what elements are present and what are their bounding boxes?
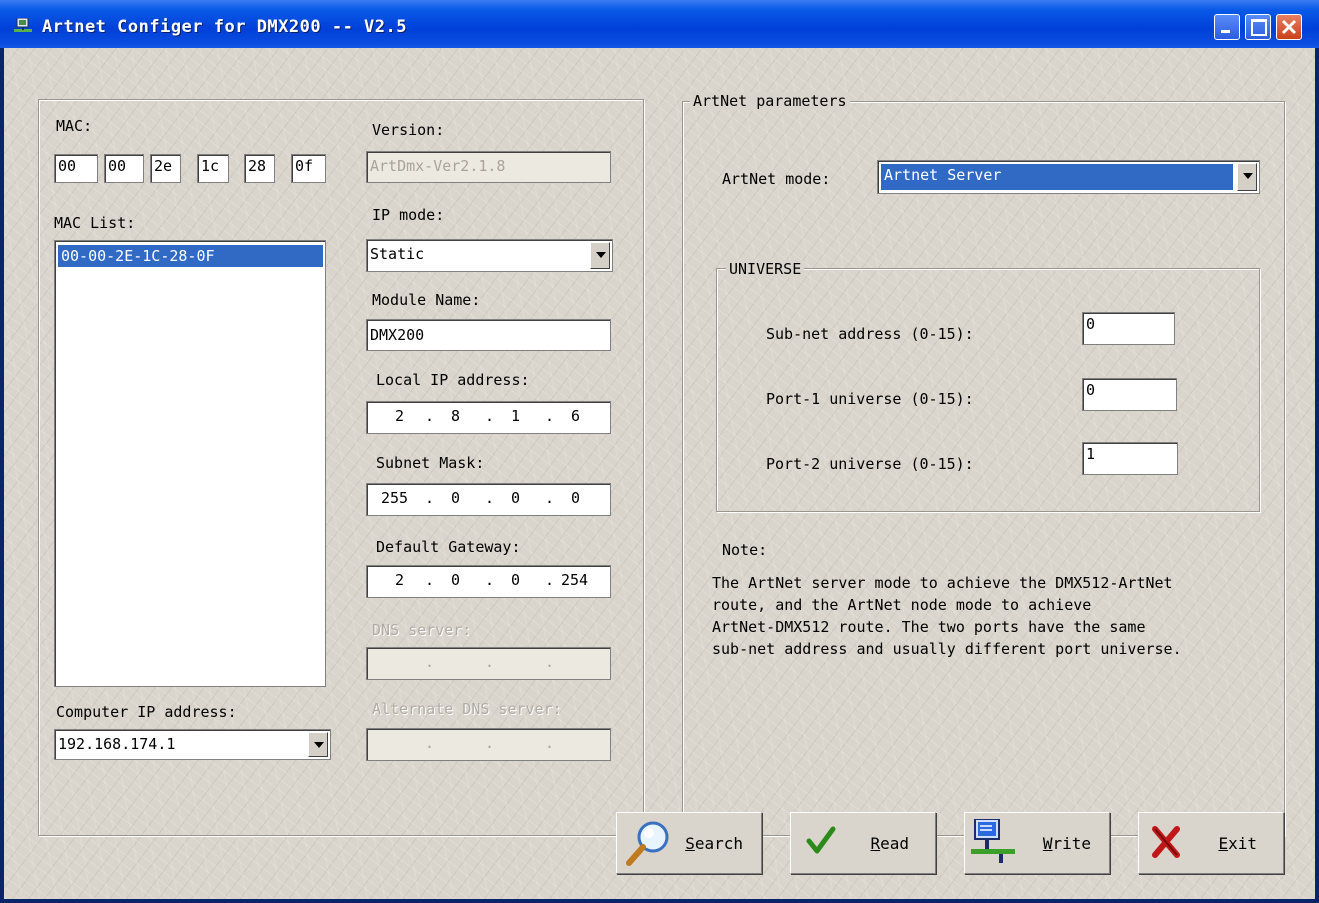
ip-mode-value: Static [370,245,425,263]
ip-dot: . [545,571,555,589]
dns-field: . . . [366,647,611,680]
minimize-icon[interactable] [1214,14,1240,40]
ip-mode-select[interactable]: Static [366,239,613,272]
ip-dot: . [425,489,435,507]
note-line-4: sub-net address and usually different po… [712,640,1182,658]
ip-octet: 0 [451,571,461,589]
app-icon [14,18,32,32]
note-line-2: route, and the ArtNet node mode to achie… [712,596,1092,614]
computer-ip-value: 192.168.174.1 [58,735,176,753]
port2-universe-field[interactable]: 1 [1082,442,1178,475]
exit-button-label: Exit [1218,834,1257,853]
mac-octet-1[interactable]: 00 [54,154,98,183]
ip-dot: . [425,734,435,752]
mac-octet-6[interactable]: 0f [291,154,326,183]
network-computer-icon [971,819,1015,863]
checkmark-icon [806,826,836,854]
ip-octet: 2 [395,571,405,589]
ip-dot: . [485,734,495,752]
ip-octet: 1 [511,407,521,425]
subnet-mask-label: Subnet Mask: [376,454,485,472]
ip-dot: . [485,653,495,671]
computer-ip-select[interactable]: 192.168.174.1 [54,729,331,760]
mac-octet-3[interactable]: 2e [150,154,181,183]
ip-octet: 0 [571,489,581,507]
ip-octet: 0 [451,489,461,507]
artnet-mode-label: ArtNet mode: [722,170,831,188]
chevron-down-icon[interactable] [308,732,328,757]
note-label: Note: [722,541,768,559]
port1-universe-label: Port-1 universe (0-15): [766,390,974,408]
ip-octet: 6 [571,407,581,425]
dns-label: DNS server: [372,621,472,639]
mac-octet-5[interactable]: 28 [244,154,275,183]
ip-octet: 254 [561,571,589,589]
client-area: MAC: 00 00 2e 1c 28 0f MAC List: 00-00-2… [4,48,1315,899]
computer-ip-label: Computer IP address: [56,703,237,721]
red-x-icon [1152,826,1180,858]
list-item[interactable]: 00-00-2E-1C-28-0F [58,245,323,267]
ip-dot: . [425,571,435,589]
mac-list[interactable]: 00-00-2E-1C-28-0F [54,240,326,687]
write-button-label: Write [1042,834,1091,853]
universe-legend: UNIVERSE [726,260,805,278]
port1-universe-field[interactable]: 0 [1082,378,1177,411]
read-button-label: Read [870,834,909,853]
subnet-address-field[interactable]: 0 [1082,312,1175,345]
chevron-down-icon[interactable] [1237,163,1257,191]
ip-mode-label: IP mode: [372,206,445,224]
mac-list-label: MAC List: [54,214,136,232]
mac-octet-4[interactable]: 1c [197,154,229,183]
version-field: ArtDmx-Ver2.1.8 [366,151,611,183]
subnet-mask-field[interactable]: 255 . 0 . 0 . 0 [366,483,611,516]
ip-dot: . [425,407,435,425]
ip-octet: 0 [511,571,521,589]
ip-octet: 2 [395,407,405,425]
artnet-mode-value: Artnet Server [881,164,1233,190]
ip-dot: . [545,653,555,671]
close-icon[interactable] [1276,14,1302,40]
mac-octet-2[interactable]: 00 [104,154,144,183]
mac-label: MAC: [56,117,93,135]
subnet-address-label: Sub-net address (0-15): [766,325,974,343]
port2-universe-label: Port-2 universe (0-15): [766,455,974,473]
local-ip-label: Local IP address: [376,371,530,389]
magnifier-icon [626,821,669,866]
note-line-1: The ArtNet server mode to achieve the DM… [712,574,1173,592]
module-name-field[interactable]: DMX200 [366,319,611,351]
main-window: Artnet Configer for DMX200 -- V2.5 MAC: … [0,0,1319,903]
exit-button[interactable]: Exit [1138,812,1284,874]
gateway-label: Default Gateway: [376,538,521,556]
window-title: Artnet Configer for DMX200 -- V2.5 [42,17,407,37]
read-button[interactable]: Read [790,812,936,874]
ip-dot: . [545,734,555,752]
search-button-label: Search [685,834,743,853]
ip-dot: . [485,407,495,425]
local-ip-field[interactable]: 2 . 8 . 1 . 6 [366,401,611,434]
module-name-label: Module Name: [372,291,481,309]
ip-dot: . [485,571,495,589]
artnet-parameters-legend: ArtNet parameters [690,92,850,110]
ip-octet: 8 [451,407,461,425]
ip-dot: . [545,489,555,507]
alt-dns-field: . . . [366,728,611,761]
alt-dns-label: Alternate DNS server: [372,700,562,718]
ip-dot: . [485,489,495,507]
ip-dot: . [545,407,555,425]
version-label: Version: [372,121,445,139]
ip-octet: 255 [381,489,409,507]
chevron-down-icon[interactable] [590,242,610,269]
write-button[interactable]: Write [964,812,1110,874]
ip-octet: 0 [511,489,521,507]
title-bar[interactable]: Artnet Configer for DMX200 -- V2.5 [0,0,1319,48]
maximize-icon[interactable] [1245,14,1271,40]
search-button[interactable]: Search [616,812,762,874]
artnet-mode-select[interactable]: Artnet Server [877,160,1260,194]
note-line-3: ArtNet-DMX512 route. The two ports have … [712,618,1146,636]
ip-dot: . [425,653,435,671]
gateway-field[interactable]: 2 . 0 . 0 . 254 [366,565,611,598]
